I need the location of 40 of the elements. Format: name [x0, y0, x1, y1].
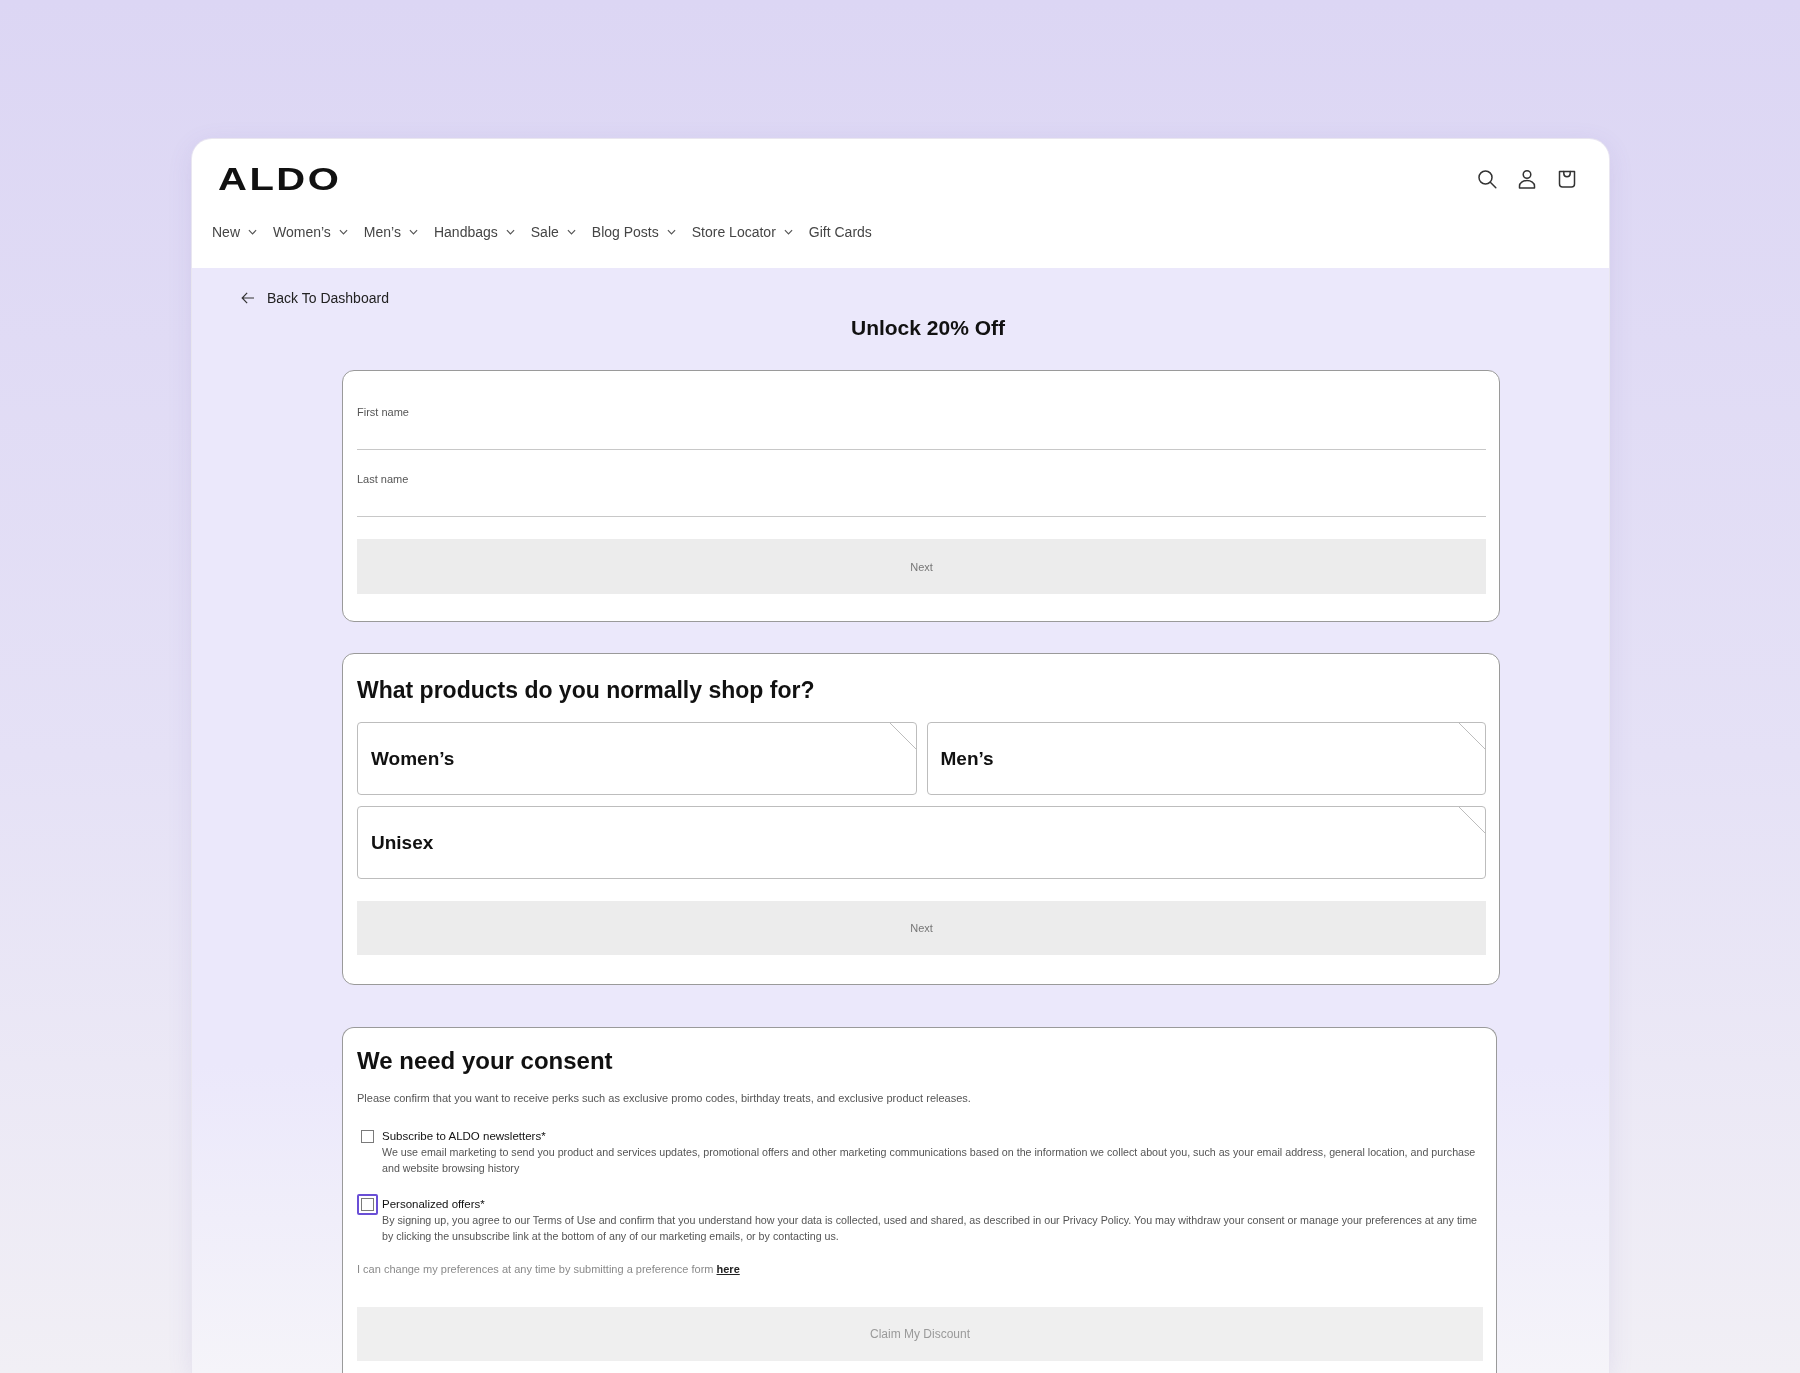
chevron-down-icon	[408, 229, 418, 235]
nav-item[interactable]: Store Locator	[691, 221, 793, 243]
chevron-down-icon	[666, 229, 676, 235]
user-icon[interactable]	[1517, 169, 1537, 189]
nav-item[interactable]: Blog Posts	[591, 221, 676, 243]
shopping-bag-icon[interactable]	[1557, 169, 1577, 189]
consent-intro: Please confirm that you want to receive perks such as exclusive promo codes, birthday treats, and exclusive product releases.	[357, 1091, 972, 1106]
option-card[interactable]: Men’s	[926, 722, 1486, 795]
nav-item[interactable]: New	[212, 221, 257, 243]
checkbox-description: By signing up, you agree to our Terms of Use and confirm that you understand how your data is collected, used and shared, as described in our Privacy Policy. You may withdraw your consent or manage your preferences at any time by clicking the unsubscribe link at the bottom of any of our marketing emails, or by contacting us.	[382, 1213, 1479, 1244]
consent-title: We need your consent	[357, 1046, 614, 1076]
checkbox-description: We use email marketing to send you product and services updates, promotional offers and other marketing communications based on the information we collect about you, such as your email address, general location, and purchase and website browsing history	[382, 1145, 1477, 1176]
chevron-down-icon	[338, 229, 348, 235]
nav-item[interactable]: Women’s	[273, 221, 348, 243]
nav-item[interactable]: Gift Cards	[808, 221, 872, 243]
nav-item[interactable]: Sale	[530, 221, 576, 243]
chevron-down-icon	[783, 229, 793, 235]
field-label: Last name	[357, 472, 410, 486]
question-title: What products do you normally shop for?	[357, 676, 816, 705]
field-label: First name	[357, 405, 410, 419]
corner-mark-icon	[1459, 723, 1485, 749]
chevron-down-icon	[505, 229, 515, 235]
search-icon[interactable]	[1477, 169, 1497, 189]
chevron-down-icon	[248, 229, 257, 235]
preference-link[interactable]: here	[716, 1263, 740, 1275]
option-card[interactable]: Unisex	[357, 806, 1486, 879]
checkbox[interactable]	[361, 1129, 374, 1143]
checkbox-label: Subscribe to ALDO newsletters*	[382, 1129, 547, 1144]
logo[interactable]: ALDO	[218, 161, 342, 197]
corner-mark-icon	[889, 723, 916, 749]
preference-note: I can change my preferences at any time by submitting a preference form here	[357, 1262, 741, 1277]
chevron-down-icon	[566, 229, 576, 235]
checkbox-label: Personalized offers*	[382, 1197, 486, 1212]
nav-item[interactable]: Handbags	[433, 221, 515, 243]
option-card[interactable]: Women’s	[357, 722, 917, 795]
nav-item[interactable]: Men’s	[363, 221, 418, 243]
arrow-left-icon	[241, 292, 255, 304]
page-title: Unlock 20% Off	[850, 315, 1005, 341]
back-link[interactable]: Back To Dashboard	[241, 288, 389, 308]
corner-mark-icon	[1459, 807, 1485, 833]
